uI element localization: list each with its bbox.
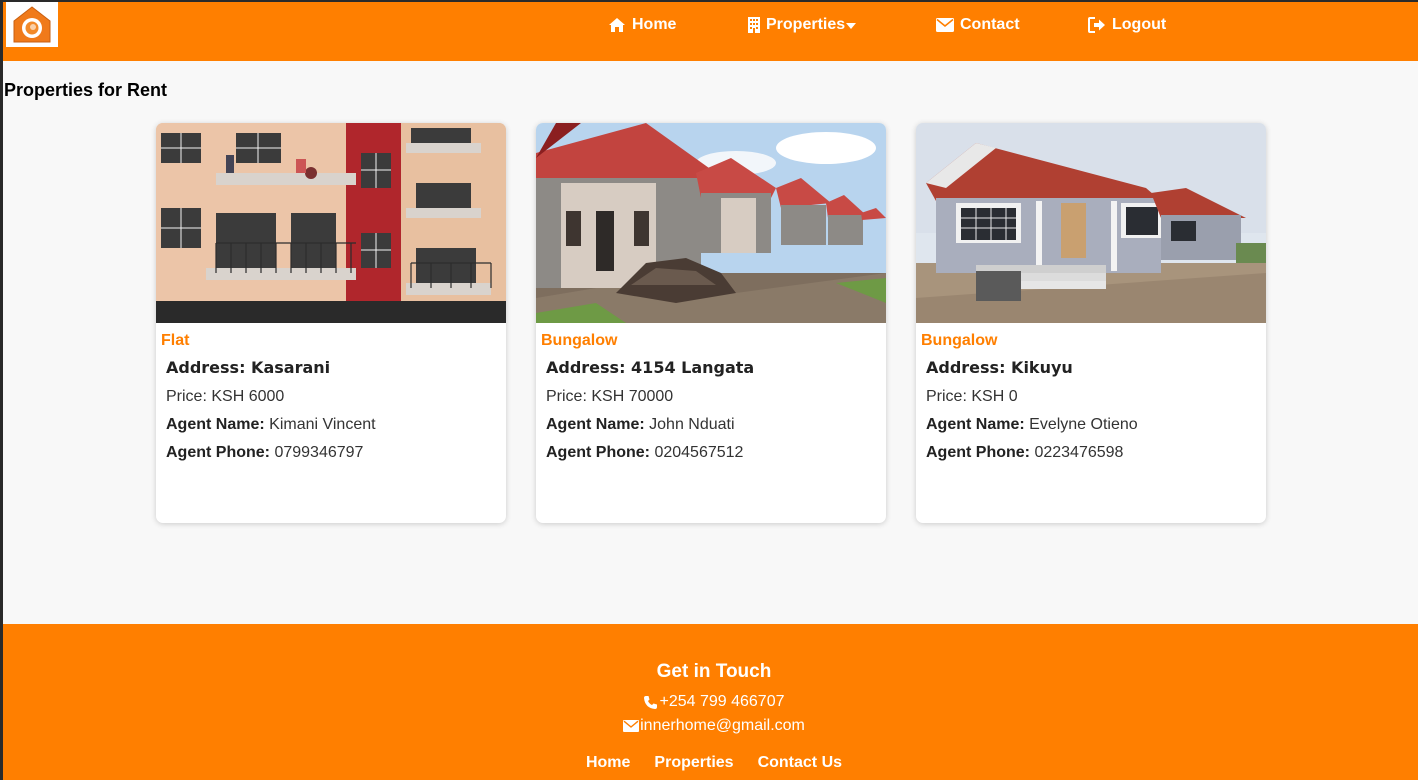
nav-contact-link[interactable]: Contact — [936, 14, 1020, 36]
bungalow-house-photo — [916, 123, 1266, 323]
agent-name-value: Kimani Vincent — [269, 416, 376, 433]
envelope-icon — [936, 18, 954, 32]
property-price: Price: KSH 0 — [926, 388, 1018, 405]
agent-name-label: Agent Name: — [926, 416, 1025, 433]
agent-phone-value: 0204567512 — [654, 444, 744, 461]
nav-home-label: Home — [632, 16, 677, 33]
nav-logout-label: Logout — [1112, 16, 1167, 33]
bungalow-row-photo — [536, 123, 886, 323]
agent-name: Agent Name: Evelyne Otieno — [926, 416, 1138, 434]
agent-name-label: Agent Name: — [546, 416, 645, 433]
agent-name-value: John Nduati — [649, 416, 735, 433]
footer: Get in Touch +254 799 466707 innerhome@g… — [3, 624, 1418, 780]
agent-name-label: Agent Name: — [166, 416, 265, 433]
logout-icon — [1088, 17, 1105, 33]
agent-phone-label: Agent Phone: — [166, 444, 270, 461]
window-border-top — [0, 0, 1418, 2]
window-border-left — [0, 0, 3, 780]
agent-phone: Agent Phone: 0799346797 — [166, 444, 363, 462]
footer-link-properties[interactable]: Properties — [654, 754, 733, 772]
footer-link-contact-us[interactable]: Contact Us — [758, 754, 842, 772]
navbar: Home Properties Contact Logout — [3, 2, 1418, 61]
page-title: Properties for Rent — [4, 80, 168, 100]
property-address: Address: 4154 Langata — [546, 358, 755, 377]
footer-link-home[interactable]: Home — [586, 754, 630, 772]
agent-phone-value: 0223476598 — [1034, 444, 1124, 461]
property-address: Address: Kikuyu — [926, 358, 1073, 377]
apartment-block-photo — [156, 123, 506, 323]
property-price: Price: KSH 70000 — [546, 388, 674, 405]
footer-title: Get in Touch — [656, 661, 772, 682]
nav-home-link[interactable]: Home — [608, 14, 676, 36]
nav-properties-label: Properties — [766, 16, 846, 33]
phone-icon — [644, 695, 658, 709]
envelope-icon — [623, 720, 640, 732]
property-card[interactable]: Flat Address: Kasarani Price: KSH 6000 A… — [156, 123, 506, 523]
agent-phone: Agent Phone: 0204567512 — [546, 444, 743, 462]
agent-name-value: Evelyne Otieno — [1029, 416, 1138, 433]
property-card[interactable]: Bungalow Address: 4154 Langata Price: KS… — [536, 123, 886, 523]
property-card[interactable]: Bungalow Address: Kikuyu Price: KSH 0 Ag… — [916, 123, 1266, 523]
agent-phone: Agent Phone: 0223476598 — [926, 444, 1123, 462]
agent-phone-value: 0799346797 — [274, 444, 364, 461]
house-logo-icon — [13, 5, 51, 42]
property-type: Bungalow — [541, 332, 618, 349]
caret-down-icon — [846, 23, 857, 29]
footer-email[interactable]: innerhome@gmail.com — [3, 717, 1418, 735]
agent-name: Agent Name: Kimani Vincent — [166, 416, 376, 434]
footer-links: Home Properties Contact Us — [3, 754, 1418, 772]
property-type: Bungalow — [921, 332, 998, 349]
agent-phone-label: Agent Phone: — [926, 444, 1030, 461]
property-price: Price: KSH 6000 — [166, 388, 285, 405]
agent-name: Agent Name: John Nduati — [546, 416, 735, 434]
agent-phone-label: Agent Phone: — [546, 444, 650, 461]
home-icon — [609, 18, 625, 32]
footer-phone-text: +254 799 466707 — [659, 693, 785, 710]
building-icon — [748, 17, 760, 33]
nav-properties-dropdown[interactable]: Properties — [748, 14, 857, 36]
footer-phone[interactable]: +254 799 466707 — [3, 693, 1418, 711]
nav-logout-link[interactable]: Logout — [1088, 14, 1166, 36]
footer-email-text: innerhome@gmail.com — [640, 717, 805, 734]
property-type: Flat — [161, 332, 190, 349]
logo[interactable] — [6, 2, 58, 47]
nav-contact-label: Contact — [960, 16, 1020, 33]
property-address: Address: Kasarani — [166, 358, 331, 377]
